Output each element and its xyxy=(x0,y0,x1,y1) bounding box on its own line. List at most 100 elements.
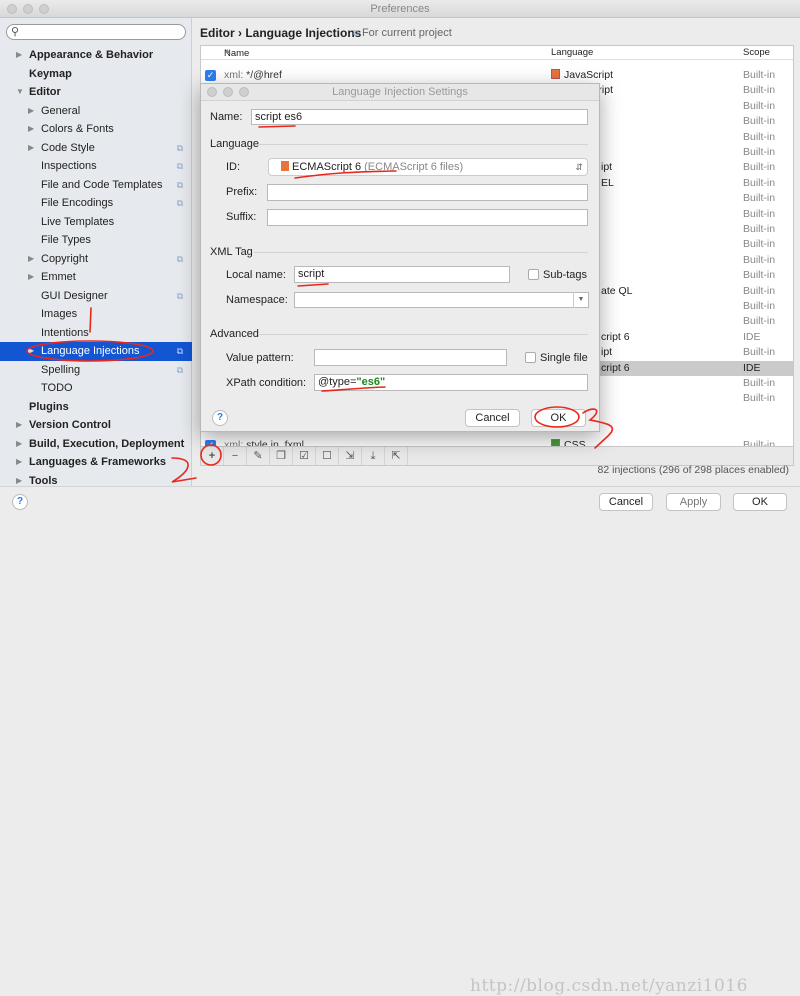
apply-button[interactable]: Apply xyxy=(666,493,721,511)
sidebar-item-todo[interactable]: TODO xyxy=(0,379,192,398)
sidebar-item-images[interactable]: Images xyxy=(0,305,192,324)
disable-icon[interactable]: ☐ xyxy=(316,447,339,465)
sidebar-item-gui-designer[interactable]: GUI Designer ⧉ xyxy=(0,287,192,306)
injection-language: ipt xyxy=(601,346,613,359)
suffix-label: Suffix: xyxy=(226,211,257,223)
xpath-field[interactable]: @type="es6" xyxy=(314,374,588,391)
ok-button[interactable]: OK xyxy=(733,493,787,511)
column-language[interactable]: Language xyxy=(551,47,593,58)
edit-icon[interactable]: ✎ xyxy=(247,447,270,465)
sidebar-item-file-and-code-templates[interactable]: File and Code Templates ⧉ xyxy=(0,176,192,195)
remove-icon[interactable]: − xyxy=(224,447,247,465)
add-icon[interactable]: + xyxy=(201,447,224,465)
name-field[interactable]: script es6 xyxy=(251,109,588,125)
injection-scope: Built-in xyxy=(743,161,776,174)
export-download-icon[interactable]: ⤓ xyxy=(362,447,385,465)
dialog-close-button[interactable] xyxy=(207,87,217,97)
language-injection-dialog: Language Injection Settings Name: script… xyxy=(200,83,600,432)
project-level-icon: ⧉ xyxy=(176,290,183,301)
chevron-right-icon[interactable]: ▶ xyxy=(28,250,34,269)
import-icon[interactable]: ⇲ xyxy=(339,447,362,465)
cancel-button[interactable]: Cancel xyxy=(599,493,653,511)
project-level-icon: ⧉ xyxy=(176,253,183,264)
chevron-down-icon[interactable]: ▼ xyxy=(16,83,24,102)
sidebar-item-code-style[interactable]: ▶ Code Style ⧉ xyxy=(0,139,192,158)
chevron-right-icon[interactable]: ▶ xyxy=(16,453,22,472)
chevron-right-icon[interactable]: ▶ xyxy=(28,268,34,287)
copy-icon[interactable]: ❐ xyxy=(270,447,293,465)
zoom-button[interactable] xyxy=(39,4,49,14)
table-header: Name ▲ Language Scope xyxy=(201,46,793,60)
chevron-right-icon[interactable]: ▶ xyxy=(28,342,34,361)
chevron-right-icon[interactable]: ▶ xyxy=(16,46,22,65)
sidebar-item-plugins[interactable]: Plugins xyxy=(0,398,192,417)
sidebar-item-languages-frameworks[interactable]: ▶ Languages & Frameworks xyxy=(0,453,192,472)
column-scope[interactable]: Scope xyxy=(743,47,770,58)
chevron-right-icon[interactable]: ▶ xyxy=(16,435,22,454)
help-button[interactable]: ? xyxy=(12,494,28,510)
enabled-checkbox[interactable]: ✓ xyxy=(205,70,216,81)
sidebar-item-label: Languages & Frameworks xyxy=(29,456,166,468)
table-toolbar: + − ✎ ❐ ☑ ☐ ⇲ ⤓ ⇱ xyxy=(200,446,794,466)
project-level-icon: ⧉ xyxy=(176,346,183,356)
sidebar-item-file-types[interactable]: File Types xyxy=(0,231,192,250)
project-level-icon: ⧉ xyxy=(176,179,183,190)
injection-scope: Built-in xyxy=(743,238,776,251)
subtags-checkbox[interactable] xyxy=(528,269,539,280)
chevron-right-icon[interactable]: ▶ xyxy=(28,120,34,139)
export-icon[interactable]: ⇱ xyxy=(385,447,408,465)
dialog-help-button[interactable]: ? xyxy=(212,410,228,426)
sidebar-item-appearance-behavior[interactable]: ▶ Appearance & Behavior xyxy=(0,46,192,65)
sidebar-item-live-templates[interactable]: Live Templates xyxy=(0,213,192,232)
sidebar-item-label: Build, Execution, Deployment xyxy=(29,437,185,450)
sidebar-item-intentions[interactable]: Intentions xyxy=(0,324,192,343)
injection-scope: Built-in xyxy=(743,377,776,389)
name-label: Name: xyxy=(210,111,243,123)
language-id-select[interactable]: ECMAScript 6 (ECMAScript 6 files) ⇵ xyxy=(268,158,588,176)
sidebar-item-label: General xyxy=(41,104,81,117)
enable-icon[interactable]: ☑ xyxy=(293,447,316,465)
sidebar-item-emmet[interactable]: ▶ Emmet xyxy=(0,268,192,287)
local-name-field[interactable]: script xyxy=(294,266,510,283)
xpath-label: XPath condition: xyxy=(226,377,307,389)
value-pattern-field[interactable] xyxy=(314,349,507,366)
dialog-cancel-button[interactable]: Cancel xyxy=(465,409,520,427)
chevron-right-icon[interactable]: ▶ xyxy=(16,416,22,435)
sidebar-item-label: Plugins xyxy=(29,400,69,413)
close-button[interactable] xyxy=(7,4,17,14)
chevron-right-icon[interactable]: ▶ xyxy=(28,139,34,158)
sidebar-item-keymap[interactable]: Keymap xyxy=(0,65,192,84)
sidebar-item-label: Colors & Fonts xyxy=(41,123,114,135)
sidebar-item-label: Images xyxy=(41,308,78,320)
injection-scope: Built-in xyxy=(743,392,776,405)
sidebar-item-editor[interactable]: ▼ Editor xyxy=(0,83,192,102)
sidebar-item-file-encodings[interactable]: File Encodings ⧉ xyxy=(0,194,192,213)
injection-scope: Built-in xyxy=(743,130,776,143)
table-row[interactable]: ✓ xml: */@href JavaScript Built-in xyxy=(201,68,793,83)
suffix-field[interactable] xyxy=(267,209,588,226)
prefix-field[interactable] xyxy=(267,184,588,201)
sidebar-item-version-control[interactable]: ▶ Version Control xyxy=(0,416,192,435)
injection-language: ate QL xyxy=(601,284,633,297)
subtags-label: Sub-tags xyxy=(543,269,588,281)
minimize-button[interactable] xyxy=(23,4,33,14)
namespace-combo[interactable]: ▼ xyxy=(294,292,589,308)
sidebar-item-copyright[interactable]: ▶ Copyright ⧉ xyxy=(0,250,192,269)
window-controls[interactable] xyxy=(7,4,49,14)
search-input[interactable]: ⚲ xyxy=(6,24,186,40)
sidebar-item-spelling[interactable]: Spelling ⧉ xyxy=(0,361,192,380)
sidebar-item-build-execution-deployment[interactable]: ▶ Build, Execution, Deployment xyxy=(0,435,192,454)
dialog-zoom-button[interactable] xyxy=(239,87,249,97)
injection-language: JavaScript xyxy=(551,68,613,83)
dialog-minimize-button[interactable] xyxy=(223,87,233,97)
dropdown-arrow-icon[interactable]: ▼ xyxy=(573,292,588,308)
sidebar-item-language-injections[interactable]: ▶ Language Injections ⧉ xyxy=(0,342,192,361)
sidebar-item-inspections[interactable]: Inspections ⧉ xyxy=(0,157,192,176)
sidebar-item-general[interactable]: ▶ General xyxy=(0,102,192,121)
dialog-ok-button[interactable]: OK xyxy=(531,409,586,427)
sidebar-item-colors-fonts[interactable]: ▶ Colors & Fonts xyxy=(0,120,192,139)
settings-tree: ▶ Appearance & Behavior Keymap ▼ Editor ▶ Gene… xyxy=(0,46,192,490)
sidebar: ⚲ ▶ Appearance & Behavior Keymap ▼ Editor ▶ Ge… xyxy=(0,18,192,487)
chevron-right-icon[interactable]: ▶ xyxy=(28,102,34,121)
single-file-checkbox[interactable] xyxy=(525,352,536,363)
